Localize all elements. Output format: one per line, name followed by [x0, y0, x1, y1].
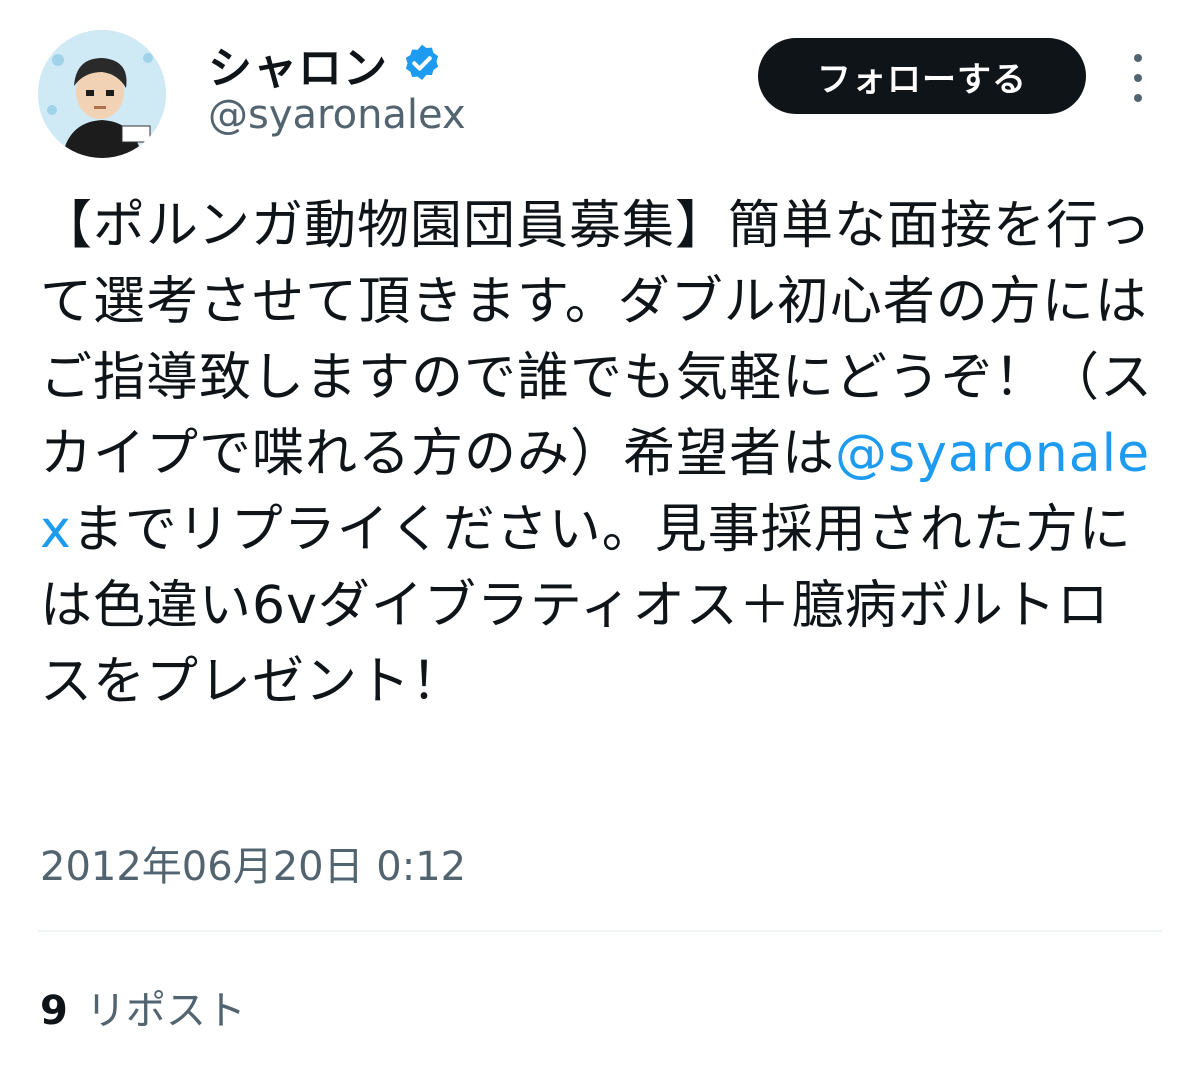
- tweet-text: 【ポルンガ動物園団員募集】簡単な面接を行って選考させて頂きます。ダブル初心者の方…: [40, 188, 1160, 720]
- more-dot: [1134, 94, 1142, 102]
- more-vertical-icon[interactable]: [1118, 54, 1158, 102]
- user-name-row: シャロン: [208, 32, 444, 96]
- repost-stats[interactable]: 9 リポスト: [40, 978, 246, 1036]
- more-dot: [1134, 74, 1142, 82]
- verified-badge-icon: [405, 44, 439, 80]
- repost-count: 9: [40, 988, 68, 1034]
- avatar[interactable]: [38, 30, 166, 158]
- repost-label: リポスト: [85, 988, 246, 1034]
- divider: [38, 930, 1162, 932]
- follow-button[interactable]: フォローする: [758, 38, 1086, 114]
- avatar-image: [38, 30, 166, 158]
- display-name[interactable]: シャロン: [208, 32, 388, 96]
- tweet-text-part-2: までリプライください。見事採用された方には色違い6vダイブラティオス＋臆病ボルト…: [40, 500, 1132, 712]
- tweet-timestamp[interactable]: 2012年06月20日 0:12: [40, 834, 466, 892]
- more-dot: [1134, 54, 1142, 62]
- user-handle[interactable]: @syaronalex: [208, 92, 466, 138]
